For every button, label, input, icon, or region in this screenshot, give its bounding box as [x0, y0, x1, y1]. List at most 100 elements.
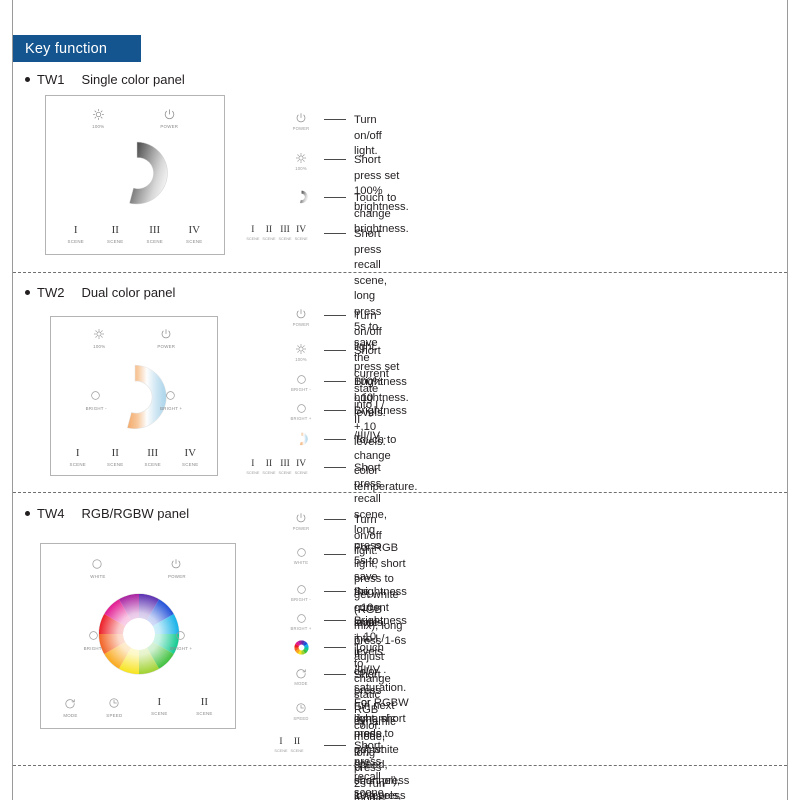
scene-group-icon: I SCENE II SCENE: [262, 737, 316, 753]
dash-connector: [324, 350, 346, 351]
power-icon: [163, 108, 176, 121]
scene-label: SCENE: [107, 462, 124, 467]
tw1-scene-4[interactable]: IV SCENE: [186, 224, 203, 245]
section-name-tw2: Dual color panel: [81, 285, 176, 300]
circle-icon: [91, 558, 104, 571]
scene-numeral: II: [111, 447, 119, 459]
sun-icon: [92, 108, 105, 121]
scene-label: SCENE: [151, 711, 168, 716]
circle-icon: [88, 630, 101, 643]
scene-numeral: II: [293, 737, 301, 747]
scene-numeral: IV: [188, 224, 201, 236]
dash-connector: [324, 119, 346, 120]
tw4-label-mode: MODE: [63, 713, 78, 718]
tw4-button-white[interactable]: WHITE: [90, 558, 105, 579]
tw4-button-speed[interactable]: SPEED: [106, 697, 122, 718]
bullet-icon: [25, 77, 30, 82]
scene-label: SCENE: [274, 749, 288, 753]
tw4-scene-2[interactable]: II SCENE: [196, 697, 212, 718]
mode-icon: [64, 697, 77, 710]
tw2-label-bright-minus: BRIGHT -: [85, 406, 107, 411]
sun-icon: [93, 328, 106, 341]
dash-connector: [324, 467, 346, 468]
circle-icon: [175, 630, 188, 643]
section-name-tw1: Single color panel: [81, 72, 185, 87]
scene-numeral: IV: [296, 459, 307, 469]
tw2-button-bright-plus[interactable]: BRIGHT +: [160, 390, 182, 411]
scene-label: SCENE: [182, 462, 199, 467]
scene-label: SCENE: [69, 462, 86, 467]
tw1-brightness-ring[interactable]: [102, 139, 172, 218]
panel-tw1[interactable]: 100% POWER I SCENE II SCENE III SCENE IV…: [45, 95, 225, 255]
dash-connector: [324, 233, 346, 234]
section-code-tw1: TW1: [37, 72, 65, 87]
scene-label: SCENE: [186, 239, 203, 244]
tw2-button-power[interactable]: POWER: [157, 328, 175, 349]
dash-connector: [324, 709, 346, 710]
tw1-label-power: POWER: [160, 124, 179, 129]
section-code-tw4: TW4: [37, 506, 65, 521]
section-title-tw2: TW2 Dual color panel: [25, 285, 175, 300]
tw1-label-100: 100%: [92, 124, 105, 129]
section-divider: [13, 272, 787, 273]
ring-gray-icon: [286, 190, 316, 205]
speed-icon: [108, 697, 121, 710]
scene-label: SCENE: [278, 471, 292, 475]
bullet-icon: [25, 290, 30, 295]
scene-numeral: II: [265, 459, 273, 469]
scene-label: SCENE: [278, 237, 292, 241]
dash-connector: [324, 381, 346, 382]
icon-caption: BRIGHT -: [291, 596, 311, 602]
tw2-scene-4[interactable]: IV SCENE: [182, 448, 199, 468]
tw4-button-bright-minus[interactable]: BRIGHT -: [84, 630, 105, 651]
power-icon: POWER: [286, 308, 316, 327]
tw2-button-bright-minus[interactable]: BRIGHT -: [86, 390, 107, 411]
icon-caption: BRIGHT +: [290, 625, 312, 631]
scene-numeral: I: [73, 224, 78, 236]
dash-connector: [324, 554, 346, 555]
scene-numeral: II: [200, 696, 209, 708]
tw4-button-power[interactable]: POWER: [168, 558, 186, 579]
tw1-scene-1[interactable]: I SCENE: [68, 224, 84, 245]
dash-connector: [324, 197, 346, 198]
scene-numeral: I: [75, 447, 80, 459]
scene-label: SCENE: [262, 471, 276, 475]
icon-caption: BRIGHT +: [290, 415, 312, 421]
tw4-button-mode[interactable]: MODE: [63, 697, 77, 718]
panel-tw2[interactable]: 100% POWER BRIGHT - BRIGHT + I SCENE II …: [50, 316, 218, 476]
panel-tw4[interactable]: WHITE POWER BRIGHT - BRIGHT + MODE SPEED…: [40, 543, 236, 729]
icon-caption: POWER: [292, 125, 310, 131]
circle-icon: WHITE: [286, 540, 316, 565]
circle-icon: [90, 390, 103, 403]
tw2-button-brightness100[interactable]: 100%: [93, 328, 106, 349]
icon-caption: 100%: [295, 165, 307, 171]
scene-numeral: I: [157, 696, 162, 708]
key-function-badge: Key function: [13, 35, 141, 62]
tw1-scene-3[interactable]: III SCENE: [147, 225, 163, 245]
icon-caption: BRIGHT -: [291, 386, 311, 392]
sun-icon: 100%: [286, 152, 316, 171]
tw2-scene-1[interactable]: I SCENE: [69, 447, 86, 468]
tw2-scene-3[interactable]: III SCENE: [145, 448, 161, 468]
icon-caption: WHITE: [293, 559, 309, 565]
page-border-right: [787, 0, 788, 800]
tw1-button-power[interactable]: POWER: [160, 108, 178, 129]
section-code-tw2: TW2: [37, 285, 65, 300]
dash-connector: [324, 674, 346, 675]
dash-connector: [324, 315, 346, 316]
tw4-scene-1[interactable]: I SCENE: [151, 697, 167, 718]
tw4-label-bright-plus: BRIGHT +: [170, 646, 193, 651]
power-icon: [170, 558, 183, 571]
tw1-button-brightness100[interactable]: 100%: [92, 108, 105, 129]
tw1-scene-2[interactable]: II SCENE: [107, 225, 123, 245]
tw4-label-speed: SPEED: [106, 713, 123, 718]
tw2-label-100: 100%: [93, 344, 106, 349]
legend-text: Short press recall scene, long press 5s …: [354, 740, 387, 799]
dash-connector: [324, 519, 346, 520]
scene-label: SCENE: [294, 237, 308, 241]
bullet-icon: [25, 511, 30, 516]
tw2-scene-2[interactable]: II SCENE: [107, 447, 124, 468]
tw4-button-bright-plus[interactable]: BRIGHT +: [170, 630, 192, 651]
legend-row: I SCENE II SCENE Short press recall scene,…: [262, 737, 389, 800]
ring-warm-icon: [286, 432, 316, 447]
